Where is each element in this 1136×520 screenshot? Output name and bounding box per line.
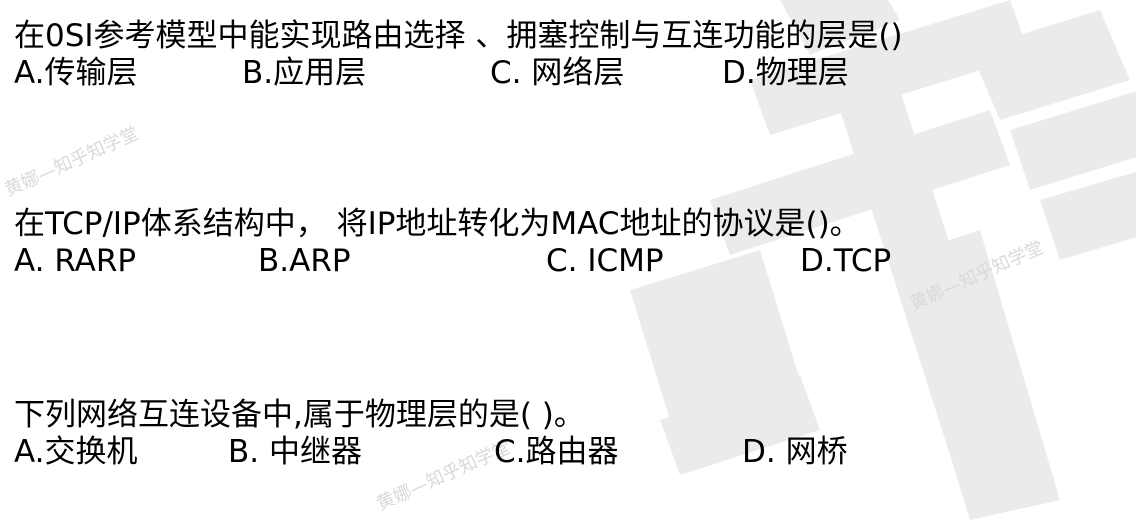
option-d[interactable]: D.TCP bbox=[800, 242, 891, 280]
watermark-author-text: 黄娜—知乎知学堂 bbox=[906, 237, 1047, 315]
option-b[interactable]: B.ARP bbox=[258, 242, 351, 280]
option-b[interactable]: B. 中继器 bbox=[228, 433, 362, 471]
option-c[interactable]: C.路由器 bbox=[494, 433, 619, 471]
question-stem: 在0SI参考模型中能实现路由选择 、拥塞控制与互连功能的层是() bbox=[14, 18, 903, 54]
options-row: A.传输层 B.应用层 C. 网络层 D.物理层 bbox=[14, 54, 903, 92]
option-b[interactable]: B.应用层 bbox=[242, 54, 366, 92]
watermark-author-text: 黄娜—知乎知学堂 bbox=[1, 123, 142, 201]
option-a[interactable]: A. RARP bbox=[14, 242, 136, 280]
option-c[interactable]: C. 网络层 bbox=[490, 54, 624, 92]
question-1: 在0SI参考模型中能实现路由选择 、拥塞控制与互连功能的层是() A.传输层 B… bbox=[14, 18, 903, 92]
question-stem: 下列网络互连设备中,属于物理层的是( )。 bbox=[14, 397, 585, 433]
options-row: A.交换机 B. 中继器 C.路由器 D. 网桥 bbox=[14, 433, 848, 471]
option-a[interactable]: A.交换机 bbox=[14, 433, 138, 471]
option-d[interactable]: D. 网桥 bbox=[742, 433, 848, 471]
options-row: A. RARP B.ARP C. ICMP D.TCP bbox=[14, 242, 891, 280]
option-a[interactable]: A.传输层 bbox=[14, 54, 138, 92]
question-stem: 在TCP/IP体系结构中， 将IP地址转化为MAC地址的协议是()。 bbox=[14, 206, 861, 242]
question-3: 下列网络互连设备中,属于物理层的是( )。 A.交换机 B. 中继器 C.路由器… bbox=[14, 397, 848, 471]
question-2: 在TCP/IP体系结构中， 将IP地址转化为MAC地址的协议是()。 A. RA… bbox=[14, 206, 891, 280]
option-c[interactable]: C. ICMP bbox=[546, 242, 664, 280]
option-d[interactable]: D.物理层 bbox=[722, 54, 849, 92]
